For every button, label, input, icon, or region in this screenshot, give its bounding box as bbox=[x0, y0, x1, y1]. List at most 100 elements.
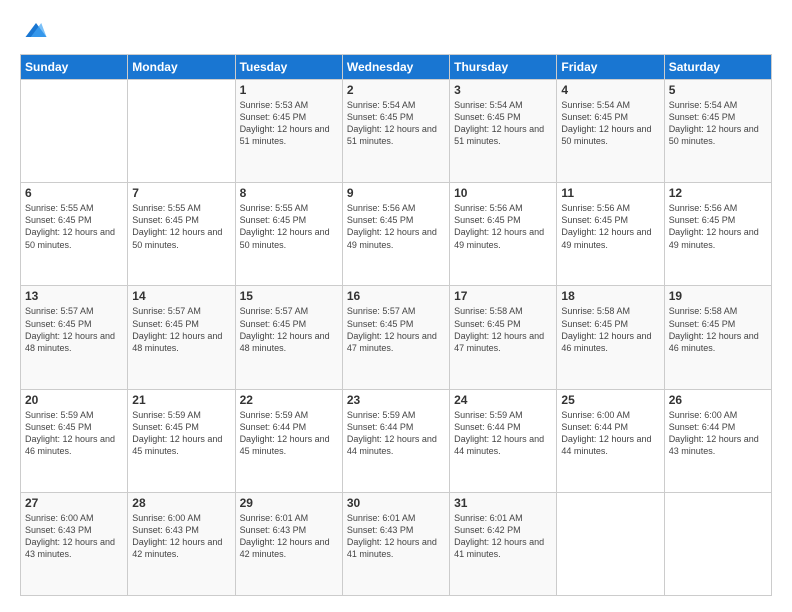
calendar-cell: 13 Sunrise: 5:57 AM Sunset: 6:45 PM Dayli… bbox=[21, 286, 128, 389]
cell-info: Sunrise: 6:00 AM Sunset: 6:43 PM Dayligh… bbox=[132, 512, 230, 561]
logo bbox=[20, 16, 52, 44]
calendar-cell: 25 Sunrise: 6:00 AM Sunset: 6:44 PM Dayli… bbox=[557, 389, 664, 492]
day-number: 29 bbox=[240, 496, 338, 510]
calendar-cell: 22 Sunrise: 5:59 AM Sunset: 6:44 PM Dayli… bbox=[235, 389, 342, 492]
cell-info: Sunrise: 6:01 AM Sunset: 6:43 PM Dayligh… bbox=[240, 512, 338, 561]
calendar-week-row: 27 Sunrise: 6:00 AM Sunset: 6:43 PM Dayli… bbox=[21, 492, 772, 595]
day-number: 18 bbox=[561, 289, 659, 303]
calendar-cell: 30Sunrise: 6:01 AM Sunset: 6:43 PM Dayli… bbox=[342, 492, 449, 595]
calendar-cell: 6Sunrise: 5:55 AM Sunset: 6:45 PM Daylig… bbox=[21, 183, 128, 286]
calendar-cell bbox=[21, 80, 128, 183]
calendar-cell: 11 Sunrise: 5:56 AM Sunset: 6:45 PM Dayli… bbox=[557, 183, 664, 286]
day-number: 17 bbox=[454, 289, 552, 303]
calendar-cell: 20 Sunrise: 5:59 AM Sunset: 6:45 PM Dayli… bbox=[21, 389, 128, 492]
day-number: 9 bbox=[347, 186, 445, 200]
cell-info: Sunrise: 5:59 AM Sunset: 6:44 PM Dayligh… bbox=[240, 409, 338, 458]
day-number: 13 bbox=[25, 289, 123, 303]
cell-info: Sunrise: 5:57 AM Sunset: 6:45 PM Dayligh… bbox=[25, 305, 123, 354]
day-number: 19 bbox=[669, 289, 767, 303]
weekday-header: Monday bbox=[128, 55, 235, 80]
logo-icon bbox=[22, 16, 50, 44]
calendar-table: SundayMondayTuesdayWednesdayThursdayFrid… bbox=[20, 54, 772, 596]
day-number: 2 bbox=[347, 83, 445, 97]
calendar-header: SundayMondayTuesdayWednesdayThursdayFrid… bbox=[21, 55, 772, 80]
cell-info: Sunrise: 5:57 AM Sunset: 6:45 PM Dayligh… bbox=[132, 305, 230, 354]
cell-info: Sunrise: 5:57 AM Sunset: 6:45 PM Dayligh… bbox=[347, 305, 445, 354]
calendar-cell: 8Sunrise: 5:55 AM Sunset: 6:45 PM Daylig… bbox=[235, 183, 342, 286]
day-number: 23 bbox=[347, 393, 445, 407]
calendar-cell: 31Sunrise: 6:01 AM Sunset: 6:42 PM Dayli… bbox=[450, 492, 557, 595]
day-number: 10 bbox=[454, 186, 552, 200]
cell-info: Sunrise: 5:59 AM Sunset: 6:45 PM Dayligh… bbox=[132, 409, 230, 458]
calendar-cell: 27 Sunrise: 6:00 AM Sunset: 6:43 PM Dayli… bbox=[21, 492, 128, 595]
calendar-cell: 16 Sunrise: 5:57 AM Sunset: 6:45 PM Dayli… bbox=[342, 286, 449, 389]
cell-info: Sunrise: 5:56 AM Sunset: 6:45 PM Dayligh… bbox=[454, 202, 552, 251]
calendar-cell: 5 Sunrise: 5:54 AM Sunset: 6:45 PM Daylig… bbox=[664, 80, 771, 183]
day-number: 26 bbox=[669, 393, 767, 407]
cell-info: Sunrise: 5:56 AM Sunset: 6:45 PM Dayligh… bbox=[347, 202, 445, 251]
cell-info: Sunrise: 6:01 AM Sunset: 6:43 PM Dayligh… bbox=[347, 512, 445, 561]
calendar-cell: 28 Sunrise: 6:00 AM Sunset: 6:43 PM Dayli… bbox=[128, 492, 235, 595]
day-number: 22 bbox=[240, 393, 338, 407]
day-number: 21 bbox=[132, 393, 230, 407]
calendar-cell: 9 Sunrise: 5:56 AM Sunset: 6:45 PM Daylig… bbox=[342, 183, 449, 286]
day-number: 28 bbox=[132, 496, 230, 510]
cell-info: Sunrise: 5:56 AM Sunset: 6:45 PM Dayligh… bbox=[561, 202, 659, 251]
cell-info: Sunrise: 5:59 AM Sunset: 6:44 PM Dayligh… bbox=[347, 409, 445, 458]
cell-info: Sunrise: 6:01 AM Sunset: 6:42 PM Dayligh… bbox=[454, 512, 552, 561]
day-number: 24 bbox=[454, 393, 552, 407]
day-number: 6 bbox=[25, 186, 123, 200]
cell-info: Sunrise: 5:54 AM Sunset: 6:45 PM Dayligh… bbox=[454, 99, 552, 148]
cell-info: Sunrise: 5:54 AM Sunset: 6:45 PM Dayligh… bbox=[561, 99, 659, 148]
cell-info: Sunrise: 6:00 AM Sunset: 6:43 PM Dayligh… bbox=[25, 512, 123, 561]
day-number: 27 bbox=[25, 496, 123, 510]
day-number: 14 bbox=[132, 289, 230, 303]
cell-info: Sunrise: 5:54 AM Sunset: 6:45 PM Dayligh… bbox=[669, 99, 767, 148]
cell-info: Sunrise: 5:56 AM Sunset: 6:45 PM Dayligh… bbox=[669, 202, 767, 251]
day-number: 15 bbox=[240, 289, 338, 303]
calendar-cell: 15 Sunrise: 5:57 AM Sunset: 6:45 PM Dayli… bbox=[235, 286, 342, 389]
weekday-header: Wednesday bbox=[342, 55, 449, 80]
cell-info: Sunrise: 5:53 AM Sunset: 6:45 PM Dayligh… bbox=[240, 99, 338, 148]
day-number: 16 bbox=[347, 289, 445, 303]
cell-info: Sunrise: 5:55 AM Sunset: 6:45 PM Dayligh… bbox=[132, 202, 230, 251]
calendar-cell: 24 Sunrise: 5:59 AM Sunset: 6:44 PM Dayli… bbox=[450, 389, 557, 492]
day-number: 5 bbox=[669, 83, 767, 97]
calendar-cell: 17 Sunrise: 5:58 AM Sunset: 6:45 PM Dayli… bbox=[450, 286, 557, 389]
weekday-header: Saturday bbox=[664, 55, 771, 80]
day-number: 8 bbox=[240, 186, 338, 200]
calendar-cell: 21 Sunrise: 5:59 AM Sunset: 6:45 PM Dayli… bbox=[128, 389, 235, 492]
calendar-cell: 3 Sunrise: 5:54 AM Sunset: 6:45 PM Daylig… bbox=[450, 80, 557, 183]
cell-info: Sunrise: 6:00 AM Sunset: 6:44 PM Dayligh… bbox=[561, 409, 659, 458]
calendar-cell: 23 Sunrise: 5:59 AM Sunset: 6:44 PM Dayli… bbox=[342, 389, 449, 492]
cell-info: Sunrise: 5:59 AM Sunset: 6:45 PM Dayligh… bbox=[25, 409, 123, 458]
calendar-cell bbox=[664, 492, 771, 595]
weekday-header: Friday bbox=[557, 55, 664, 80]
cell-info: Sunrise: 5:54 AM Sunset: 6:45 PM Dayligh… bbox=[347, 99, 445, 148]
cell-info: Sunrise: 5:58 AM Sunset: 6:45 PM Dayligh… bbox=[454, 305, 552, 354]
cell-info: Sunrise: 5:59 AM Sunset: 6:44 PM Dayligh… bbox=[454, 409, 552, 458]
day-number: 4 bbox=[561, 83, 659, 97]
calendar-cell: 4 Sunrise: 5:54 AM Sunset: 6:45 PM Daylig… bbox=[557, 80, 664, 183]
calendar-cell bbox=[128, 80, 235, 183]
cell-info: Sunrise: 5:58 AM Sunset: 6:45 PM Dayligh… bbox=[561, 305, 659, 354]
weekday-header: Thursday bbox=[450, 55, 557, 80]
calendar-week-row: 6 Sunrise: 5:55 AM Sunset: 6:45 PM Daylig… bbox=[21, 183, 772, 286]
day-number: 1 bbox=[240, 83, 338, 97]
cell-info: Sunrise: 5:57 AM Sunset: 6:45 PM Dayligh… bbox=[240, 305, 338, 354]
day-number: 7 bbox=[132, 186, 230, 200]
calendar-cell: 29 Sunrise: 6:01 AM Sunset: 6:43 PM Dayli… bbox=[235, 492, 342, 595]
day-number: 12 bbox=[669, 186, 767, 200]
page: SundayMondayTuesdayWednesdayThursdayFrid… bbox=[0, 0, 792, 612]
day-number: 25 bbox=[561, 393, 659, 407]
calendar-cell: 18 Sunrise: 5:58 AM Sunset: 6:45 PM Dayli… bbox=[557, 286, 664, 389]
calendar-cell: 7 Sunrise: 5:55 AM Sunset: 6:45 PM Daylig… bbox=[128, 183, 235, 286]
calendar-cell: 19Sunrise: 5:58 AM Sunset: 6:45 PM Dayli… bbox=[664, 286, 771, 389]
calendar-cell bbox=[557, 492, 664, 595]
day-number: 11 bbox=[561, 186, 659, 200]
day-number: 20 bbox=[25, 393, 123, 407]
calendar-week-row: 13 Sunrise: 5:57 AM Sunset: 6:45 PM Dayli… bbox=[21, 286, 772, 389]
day-number: 3 bbox=[454, 83, 552, 97]
header-row: SundayMondayTuesdayWednesdayThursdayFrid… bbox=[21, 55, 772, 80]
weekday-header: Sunday bbox=[21, 55, 128, 80]
